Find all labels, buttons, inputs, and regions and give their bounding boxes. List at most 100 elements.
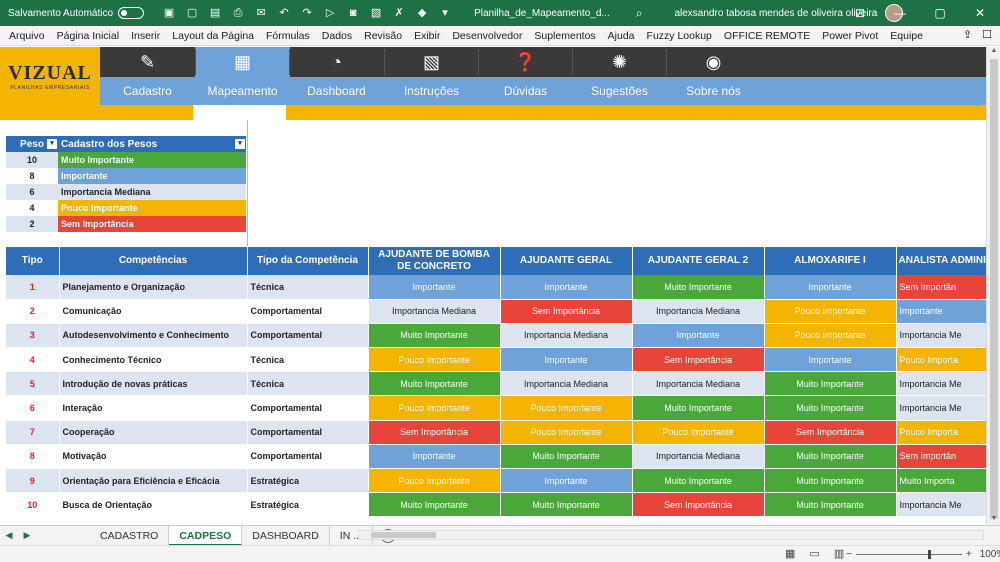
chevron-down-icon[interactable]: ▾ <box>438 6 452 20</box>
weight-cell[interactable]: Importancia Mediana <box>632 299 765 324</box>
weight-cell[interactable]: Importancia Mediana <box>500 371 633 397</box>
weights-header-peso[interactable]: Peso ▾ <box>6 136 58 152</box>
column-header[interactable]: Competências <box>59 247 248 275</box>
competency-cell[interactable]: Conhecimento Técnico <box>59 347 248 373</box>
tipo-cell[interactable]: 7 <box>6 420 60 445</box>
menu-item[interactable]: Inserir <box>125 30 166 42</box>
weight-value[interactable]: 8 <box>6 168 58 184</box>
menu-item[interactable]: Dados <box>316 30 358 42</box>
competency-cell[interactable]: Autodesenvolvimento e Conhecimento <box>59 323 248 349</box>
weight-cell[interactable]: Importante <box>896 299 996 324</box>
map-icon[interactable]: ▦ <box>195 47 290 77</box>
competency-cell[interactable]: Cooperação <box>59 420 248 445</box>
competency-type-cell[interactable]: Estratégica <box>247 468 369 494</box>
weight-cell[interactable]: Muito Importante <box>764 468 897 494</box>
column-header[interactable]: AJUDANTE GERAL <box>500 247 633 275</box>
weight-cell[interactable]: Muito Importante <box>632 468 765 494</box>
weight-cell[interactable]: Pouco Importante <box>368 468 501 494</box>
menu-item[interactable]: Exibir <box>408 30 446 42</box>
weight-cell[interactable]: Importante <box>500 347 633 373</box>
weight-cell[interactable]: Muito Importante <box>764 444 897 470</box>
scroll-thumb[interactable] <box>990 59 998 519</box>
normal-view-icon[interactable]: ▦ <box>785 547 795 560</box>
tipo-cell[interactable]: 9 <box>6 468 60 494</box>
weight-cell[interactable]: Sem Importância <box>500 299 633 324</box>
restore-icon[interactable]: ▢ <box>920 0 960 26</box>
weight-cell[interactable]: Pouco Importante <box>632 420 765 445</box>
play-icon[interactable]: ▷ <box>323 6 337 20</box>
weight-cell[interactable]: Sem Importân <box>896 275 996 300</box>
weight-cell[interactable]: Importante <box>764 347 897 373</box>
zoom-out-icon[interactable]: − <box>846 549 852 560</box>
scroll-up-icon[interactable]: ▲ <box>987 47 1000 57</box>
prev-sheet-icon[interactable]: ◀ <box>0 530 18 541</box>
weight-cell[interactable]: Sem Importância <box>368 420 501 445</box>
menu-item[interactable]: Ajuda <box>602 30 641 42</box>
weight-cell[interactable]: Pouco Importa <box>896 420 996 445</box>
weight-cell[interactable]: Muito Importa <box>896 468 996 494</box>
minimize-icon[interactable]: — <box>880 0 920 26</box>
hscroll-thumb[interactable] <box>371 532 436 538</box>
weight-label[interactable]: Sem Importância <box>58 216 246 232</box>
page-break-icon[interactable]: ▥ <box>834 547 844 560</box>
column-header[interactable]: Tipo da Competência <box>247 247 369 275</box>
weights-header-cadastro[interactable]: Cadastro dos Pesos ▾ <box>58 136 246 152</box>
competency-type-cell[interactable]: Comportamental <box>247 420 369 445</box>
nav-tab-dúvidas[interactable]: ❓ Dúvidas <box>478 47 573 105</box>
competency-type-cell[interactable]: Comportamental <box>247 299 369 324</box>
fill-color-icon[interactable]: ◆ <box>415 6 429 20</box>
column-header[interactable]: ALMOXARIFE I <box>764 247 897 275</box>
image-icon[interactable]: ▧ <box>369 6 383 20</box>
weight-cell[interactable]: Muito Importante <box>500 444 633 470</box>
tipo-cell[interactable]: 10 <box>6 492 60 518</box>
weight-cell[interactable]: Muito Importante <box>368 323 501 349</box>
weight-cell[interactable]: Muito Importante <box>368 371 501 397</box>
weight-cell[interactable]: Muito Importante <box>764 492 897 518</box>
vertical-scrollbar[interactable]: ▲ ▼ <box>986 47 1000 525</box>
weight-label[interactable]: Importancia Mediana <box>58 184 246 200</box>
weight-cell[interactable]: Importante <box>500 275 633 300</box>
menu-item[interactable]: Desenvolvedor <box>446 30 528 42</box>
autosave[interactable]: Salvamento Automático <box>8 7 145 19</box>
menu-item[interactable]: Revisão <box>358 30 408 42</box>
weight-value[interactable]: 4 <box>6 200 58 216</box>
zoom-slider[interactable] <box>855 550 962 559</box>
weight-cell[interactable]: Sem Importância <box>632 492 765 518</box>
weight-cell[interactable]: Sem Importância <box>632 347 765 373</box>
weight-cell[interactable]: Pouco Importante <box>500 420 633 445</box>
weight-cell[interactable]: Pouco Importante <box>500 395 633 421</box>
weight-cell[interactable]: Muito Importante <box>500 492 633 518</box>
menu-item[interactable]: Arquivo <box>0 30 51 42</box>
menu-item[interactable]: Equipe <box>884 30 929 42</box>
weight-label[interactable]: Muito Importante <box>58 152 246 168</box>
tipo-cell[interactable]: 3 <box>6 323 60 349</box>
search-icon[interactable]: ⌕ <box>636 6 643 21</box>
menu-item[interactable]: Página Inicial <box>51 30 125 42</box>
competency-cell[interactable]: Motivação <box>59 444 248 470</box>
competency-cell[interactable]: Orientação para Eficiência e Eficácia <box>59 468 248 494</box>
menu-item[interactable]: Fuzzy Lookup <box>641 30 718 42</box>
competency-cell[interactable]: Comunicação <box>59 299 248 324</box>
sheet-tab-cadpeso[interactable]: CADPESO <box>169 525 243 546</box>
menu-item[interactable]: Fórmulas <box>260 30 316 42</box>
autosave-toggle[interactable] <box>118 7 145 19</box>
column-header[interactable]: AJUDANTE GERAL 2 <box>632 247 765 275</box>
save-icon[interactable]: ▣ <box>162 6 176 20</box>
weight-cell[interactable]: Importancia Me <box>896 395 996 421</box>
competency-type-cell[interactable]: Comportamental <box>247 323 369 349</box>
weight-cell[interactable]: Importante <box>368 275 501 300</box>
filter-dropdown-icon[interactable]: ▾ <box>235 139 245 149</box>
weight-cell[interactable]: Importancia Mediana <box>500 323 633 349</box>
sheet-tab-cadastro[interactable]: CADASTRO <box>90 525 170 546</box>
sheet-tab-dashboard[interactable]: DASHBOARD <box>242 525 330 546</box>
weight-cell[interactable]: Importancia Mediana <box>632 371 765 397</box>
question-people-icon[interactable]: ❓ <box>478 47 573 77</box>
menu-item[interactable]: OFFICE REMOTE <box>718 30 816 42</box>
weight-cell[interactable]: Muito Importante <box>368 492 501 518</box>
nav-tab-dashboard[interactable]: ◔ Dashboard <box>289 47 384 105</box>
tipo-cell[interactable]: 2 <box>6 299 60 324</box>
tipo-cell[interactable]: 5 <box>6 371 60 397</box>
weight-value[interactable]: 6 <box>6 184 58 200</box>
undo-icon[interactable]: ↶ <box>277 6 291 20</box>
weight-cell[interactable]: Pouco Importante <box>368 347 501 373</box>
